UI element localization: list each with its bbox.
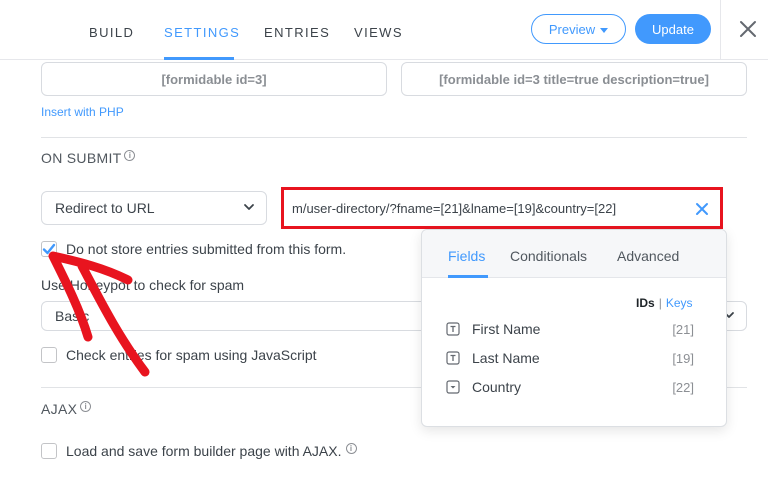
field-item-country[interactable]: Country [22] <box>446 377 694 397</box>
dropdown-field-icon <box>446 380 460 394</box>
ajax-checkbox[interactable] <box>41 443 57 459</box>
update-button[interactable]: Update <box>635 14 711 44</box>
ajax-title: AJAX <box>41 401 78 417</box>
preview-button-label: Preview <box>548 21 596 37</box>
field-id: [19] <box>672 350 694 366</box>
info-icon[interactable]: i <box>345 442 357 454</box>
tab-build[interactable]: BUILD <box>89 25 134 40</box>
popover-tab-advanced[interactable]: Advanced <box>617 248 679 264</box>
ids-toggle[interactable]: IDs <box>636 296 655 310</box>
field-item-first-name[interactable]: First Name [21] <box>446 319 694 339</box>
popover-active-tab-indicator <box>448 275 488 278</box>
preview-button[interactable]: Preview <box>531 14 626 44</box>
js-spam-check-label: Check entries for spam using JavaScript <box>66 347 317 363</box>
popover-tab-fields[interactable]: Fields <box>448 248 485 264</box>
tab-views[interactable]: VIEWS <box>354 25 403 40</box>
checkmark-icon <box>42 243 56 255</box>
field-name: First Name <box>472 321 541 337</box>
top-nav: BUILD SETTINGS ENTRIES VIEWS Preview Upd… <box>0 0 768 60</box>
chevron-down-icon <box>244 204 254 210</box>
on-submit-action-select[interactable]: Redirect to URL <box>41 191 267 225</box>
field-item-last-name[interactable]: Last Name [19] <box>446 348 694 368</box>
honeypot-select-value: Basic <box>55 308 90 324</box>
no-store-entries-checkbox[interactable] <box>41 241 57 257</box>
field-name: Country <box>472 379 522 395</box>
popover-tab-conditionals[interactable]: Conditionals <box>510 248 587 264</box>
clear-icon[interactable] <box>695 202 709 216</box>
on-submit-title: ON SUBMIT <box>41 150 122 166</box>
on-submit-heading: ON SUBMIT i <box>41 149 136 166</box>
redirect-url-input[interactable]: m/user-directory/?fname=[21]&lname=[19]&… <box>281 187 723 229</box>
shortcode-basic-field[interactable]: [formidable id=3] <box>41 62 387 96</box>
form-settings-page: BUILD SETTINGS ENTRIES VIEWS Preview Upd… <box>0 0 768 480</box>
on-submit-action-value: Redirect to URL <box>55 200 155 216</box>
field-id: [22] <box>672 379 694 395</box>
update-button-label: Update <box>652 21 694 37</box>
divider <box>41 137 747 138</box>
info-icon[interactable]: i <box>80 400 92 412</box>
text-field-icon <box>446 351 460 365</box>
field-shortcodes-popover: Fields Conditionals Advanced IDs | Keys … <box>421 229 727 427</box>
shortcode-full-text: [formidable id=3 title=true description=… <box>439 71 709 87</box>
active-tab-indicator <box>164 57 234 60</box>
field-id: [21] <box>672 321 694 337</box>
shortcode-full-field[interactable]: [formidable id=3 title=true description=… <box>401 62 747 96</box>
ajax-label: Load and save form builder page with AJA… <box>66 443 342 459</box>
no-store-entries-option[interactable]: Do not store entries submitted from this… <box>41 241 346 257</box>
redirect-url-value: m/user-directory/?fname=[21]&lname=[19]&… <box>292 201 617 216</box>
tab-entries[interactable]: ENTRIES <box>264 25 330 40</box>
js-spam-check-checkbox[interactable] <box>41 347 57 363</box>
toggle-separator: | <box>658 296 662 310</box>
keys-toggle[interactable]: Keys <box>666 296 693 310</box>
no-store-entries-label: Do not store entries submitted from this… <box>66 241 347 257</box>
ids-keys-toggle: IDs | Keys <box>636 296 693 310</box>
nav-divider <box>720 0 721 60</box>
ajax-option[interactable]: Load and save form builder page with AJA… <box>41 442 357 459</box>
text-field-icon <box>446 322 460 336</box>
ajax-heading: AJAX i <box>41 400 92 417</box>
tab-settings[interactable]: SETTINGS <box>164 25 240 40</box>
popover-tabs: Fields Conditionals Advanced <box>422 230 726 278</box>
field-name: Last Name <box>472 350 540 366</box>
caret-down-icon <box>600 27 609 33</box>
info-icon[interactable]: i <box>124 149 136 161</box>
js-spam-check-option[interactable]: Check entries for spam using JavaScript <box>41 347 317 363</box>
honeypot-label: Use Honeypot to check for spam <box>41 277 245 293</box>
insert-with-php-link[interactable]: Insert with PHP <box>41 105 124 119</box>
close-icon[interactable] <box>736 17 760 41</box>
shortcode-basic-text: [formidable id=3] <box>161 71 267 87</box>
